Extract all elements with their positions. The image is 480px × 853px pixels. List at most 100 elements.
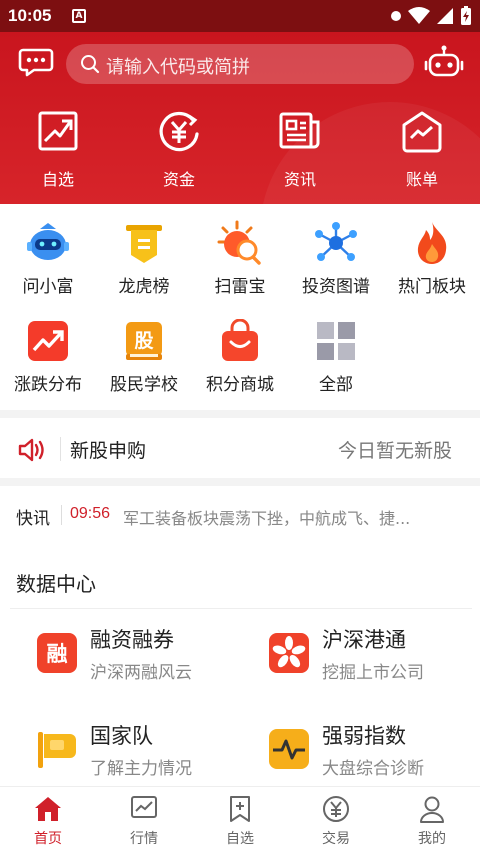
yuan-cycle-icon <box>159 112 199 152</box>
data-item-subtitle: 了解主力情况 <box>90 759 192 779</box>
feature-label: 股民学校 <box>110 375 178 395</box>
feature-rise-fall[interactable]: 涨跌分布 <box>0 318 96 395</box>
message-icon <box>18 48 54 77</box>
rise-fall-icon <box>28 321 68 361</box>
all-grid-icon <box>317 322 355 360</box>
margin-glyph: 融 <box>47 642 68 666</box>
school-glyph: 股 <box>134 330 153 352</box>
search-placeholder: 请输入代码或简拼 <box>106 57 250 78</box>
bill-house-icon <box>402 111 442 153</box>
quick-link-watchlist[interactable]: 自选 <box>8 110 108 190</box>
market-chart-icon <box>131 796 157 818</box>
feature-label: 扫雷宝 <box>214 277 266 297</box>
wifi-icon <box>408 7 430 24</box>
network-graph-icon <box>315 222 357 261</box>
flame-icon <box>417 222 447 264</box>
section-divider <box>0 478 480 486</box>
mine-scan-icon <box>217 220 261 265</box>
ipo-title: 新股申购 <box>70 440 147 462</box>
data-center-title: 数据中心 <box>16 572 96 596</box>
message-button[interactable] <box>18 46 54 78</box>
quick-link-news[interactable]: 资讯 <box>250 110 350 190</box>
quick-label: 自选 <box>41 170 74 189</box>
nav-home[interactable]: 首页 <box>0 795 96 848</box>
signal-dot-icon <box>391 11 401 21</box>
feature-mine-scan[interactable]: 扫雷宝 <box>192 220 288 297</box>
system-icons <box>390 6 472 26</box>
data-item-title: 沪深港通 <box>322 628 406 652</box>
bookmark-plus-icon <box>230 796 250 822</box>
feature-investor-school[interactable]: 股 股民学校 <box>96 318 192 395</box>
robot-assistant-icon <box>27 223 69 260</box>
search-bar[interactable]: 请输入代码或简拼 <box>66 44 414 84</box>
nav-label: 我的 <box>418 831 446 847</box>
trend-chart-icon <box>38 111 78 151</box>
divider <box>10 608 472 609</box>
data-item-stock-connect[interactable]: 沪深港通 挖掘上市公司 <box>268 624 478 694</box>
feature-all[interactable]: 全部 <box>288 318 384 395</box>
status-time: 10:05 <box>8 6 52 25</box>
feature-ask-xiaofu[interactable]: 问小富 <box>0 220 96 297</box>
data-item-subtitle: 沪深两融风云 <box>90 663 192 683</box>
data-item-subtitle: 大盘综合诊断 <box>322 759 424 779</box>
home-icon <box>35 797 61 821</box>
feature-label: 涨跌分布 <box>14 375 82 395</box>
newspaper-icon <box>279 112 320 149</box>
quick-label: 账单 <box>405 170 438 189</box>
nav-market[interactable]: 行情 <box>96 795 192 848</box>
nav-label: 自选 <box>226 831 254 847</box>
feature-dragon-tiger[interactable]: 龙虎榜 <box>96 220 192 297</box>
nav-label: 交易 <box>322 831 350 847</box>
new-ipo-row[interactable]: 新股申购 今日暂无新股 <box>0 420 480 478</box>
yuan-coin-icon <box>323 796 349 822</box>
flash-news-row[interactable]: 快讯 09:56 军工装备板块震荡下挫，中航成飞、捷... <box>0 492 480 540</box>
data-item-title: 强弱指数 <box>322 724 406 748</box>
data-item-national-team[interactable]: 国家队 了解主力情况 <box>36 720 246 790</box>
battery-icon <box>461 6 471 25</box>
nav-watchlist[interactable]: 自选 <box>192 795 288 848</box>
quick-link-funds[interactable]: 资金 <box>129 110 229 190</box>
divider <box>60 437 61 461</box>
feature-investment-graph[interactable]: 投资图谱 <box>288 220 384 297</box>
feature-label: 龙虎榜 <box>118 277 170 297</box>
search-icon <box>81 55 100 74</box>
bottom-navigation: 首页 行情 自选 交易 我的 <box>0 786 480 853</box>
school-book-icon: 股 <box>126 322 162 360</box>
nav-label: 行情 <box>130 831 158 847</box>
feature-hot-sectors[interactable]: 热门板块 <box>384 220 480 297</box>
user-icon <box>420 796 444 823</box>
feature-label: 热门板块 <box>398 277 466 297</box>
cellular-icon <box>437 8 453 24</box>
flash-label: 快讯 <box>16 509 50 529</box>
speaker-icon <box>18 438 44 462</box>
data-item-subtitle: 挖掘上市公司 <box>322 663 424 683</box>
data-item-title: 国家队 <box>90 724 153 748</box>
flash-text: 军工装备板块震荡下挫，中航成飞、捷... <box>123 509 411 528</box>
feature-label: 投资图谱 <box>302 277 370 297</box>
section-divider <box>0 410 480 418</box>
robot-icon <box>424 45 464 77</box>
shopping-bag-icon <box>222 319 258 361</box>
margin-trading-icon: 融 <box>37 633 77 673</box>
robot-service-button[interactable] <box>424 44 464 82</box>
pulse-index-icon <box>269 729 309 769</box>
quick-label: 资金 <box>162 170 195 189</box>
data-item-strength-index[interactable]: 强弱指数 大盘综合诊断 <box>268 720 478 790</box>
feature-label: 积分商城 <box>206 375 274 395</box>
feature-points-mall[interactable]: 积分商城 <box>192 318 288 395</box>
nav-profile[interactable]: 我的 <box>384 795 480 848</box>
quick-link-bill[interactable]: 账单 <box>372 110 472 190</box>
nav-label: 首页 <box>34 831 62 847</box>
nav-trade[interactable]: 交易 <box>288 795 384 848</box>
flag-icon <box>38 732 76 768</box>
quick-label: 资讯 <box>283 170 316 189</box>
flash-time: 09:56 <box>70 505 111 522</box>
status-bar: 10:05 A <box>0 0 480 32</box>
header: 请输入代码或简拼 自选 资金 资讯 账单 <box>0 32 480 204</box>
banner-ribbon-icon <box>126 225 162 263</box>
notification-badge: A <box>72 9 86 23</box>
ipo-status: 今日暂无新股 <box>337 440 452 462</box>
data-item-title: 融资融券 <box>90 628 174 652</box>
data-item-margin-trading[interactable]: 融 融资融券 沪深两融风云 <box>36 624 246 694</box>
feature-label: 全部 <box>319 375 353 395</box>
